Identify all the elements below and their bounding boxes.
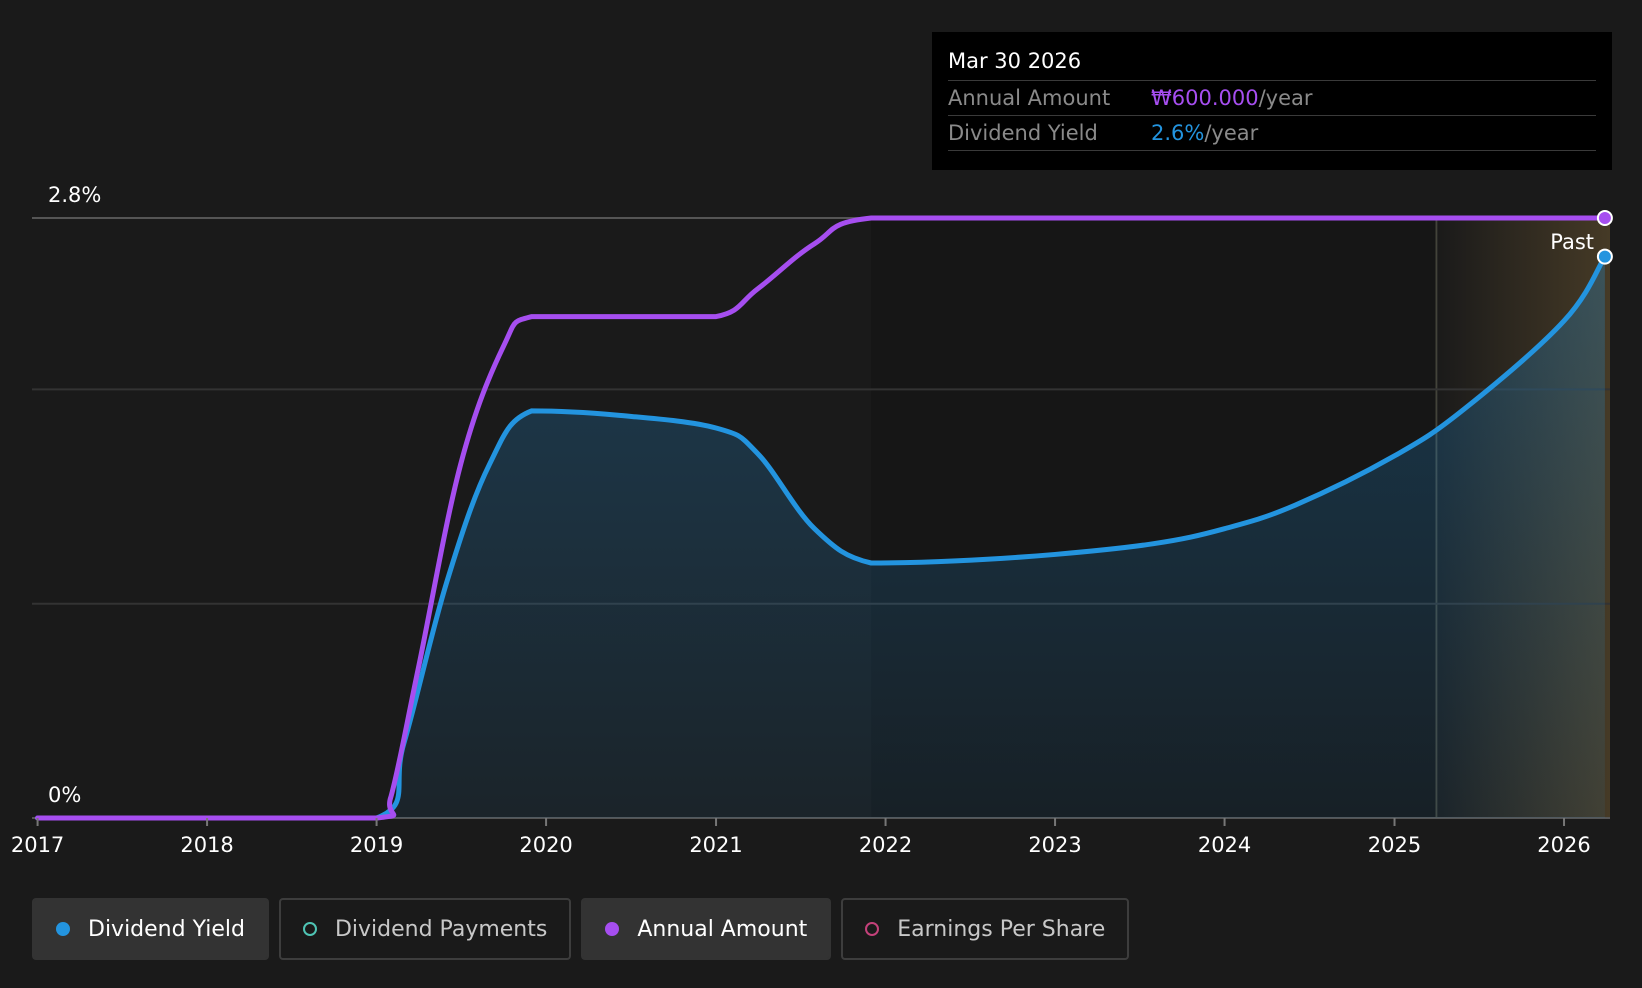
legend-dot-icon [56,922,70,936]
x-tick-label: 2023 [1028,833,1081,857]
legend-dot-icon [605,922,620,936]
tooltip-date: Mar 30 2026 [948,46,1596,81]
past-label: Past [1550,230,1594,254]
tooltip-row-dividend-yield: Dividend Yield 2.6% /year [948,116,1596,151]
chart-tooltip: Mar 30 2026 Annual Amount ₩600.000 /year… [932,32,1612,170]
legend-label: Dividend Payments [334,916,548,942]
legend-label: Annual Amount [637,916,808,942]
chart-legend: Dividend Yield Dividend Payments Annual … [32,898,1130,960]
legend-ring-icon [302,922,317,936]
legend-annual-amount[interactable]: Annual Amount [581,898,832,960]
x-tick-label: 2026 [1537,833,1590,857]
tooltip-unit: /year [1204,121,1259,145]
tooltip-unit: /year [1258,86,1313,110]
tooltip-row-annual-amount: Annual Amount ₩600.000 /year [948,81,1596,116]
legend-label: Dividend Yield [88,916,245,942]
dividend-yield-end-point [1596,248,1613,265]
y-tick-label: 2.8% [48,183,101,207]
x-tick-label: 2025 [1368,833,1421,857]
x-tick-label: 2024 [1198,833,1251,857]
annual-amount-end-point [1596,210,1613,226]
x-tick-label: 2018 [180,833,233,857]
tooltip-value: ₩600.000 [1151,86,1259,110]
x-tick-label: 2020 [519,833,572,857]
tooltip-label: Annual Amount [948,86,1111,110]
tooltip-label: Dividend Yield [948,121,1098,145]
legend-ring-icon [865,922,880,936]
legend-dividend-payments[interactable]: Dividend Payments [278,898,572,960]
x-tick-label: 2022 [859,833,912,857]
legend-earnings-per-share[interactable]: Earnings Per Share [841,898,1130,960]
legend-dividend-yield[interactable]: Dividend Yield [32,898,269,960]
x-tick-label: 2019 [350,833,403,857]
x-tick-label: 2017 [11,833,64,857]
x-tick-label: 2021 [689,833,742,857]
y-tick-label: 0% [48,783,81,807]
legend-label: Earnings Per Share [897,916,1106,942]
tooltip-value: 2.6% [1151,121,1205,145]
